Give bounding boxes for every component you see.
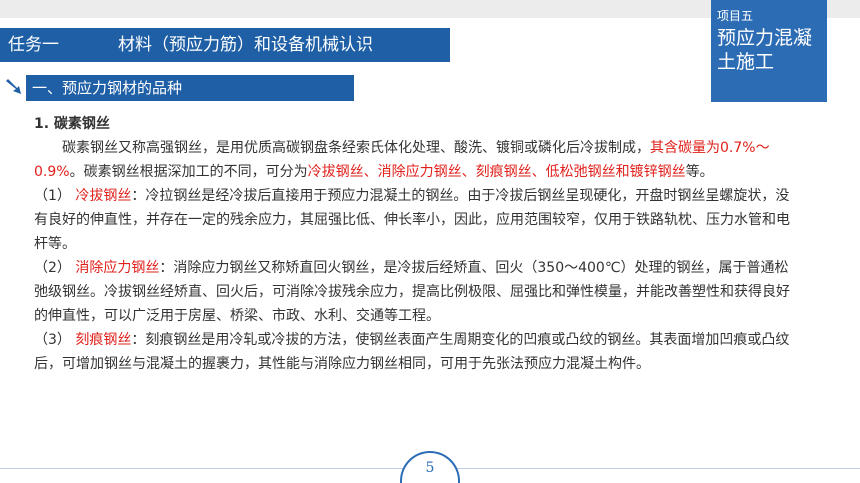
paragraph-4: （3） 刻痕钢丝：刻痕钢丝是用冷轧或冷拔的方法，使钢丝表面产生周期变化的凹痕或凸… xyxy=(34,328,794,376)
content-heading: 1. 碳素钢丝 xyxy=(34,116,110,132)
body-content: 1. 碳素钢丝 碳素钢丝又称高强钢丝，是用优质高碳钢盘条经索氏体化处理、酸洗、镀… xyxy=(34,112,794,376)
p2-text: ：冷拉钢丝是经冷拔后直接用于预应力混凝土的钢丝。由于冷拔后钢丝呈现硬化，开盘时钢… xyxy=(34,188,790,252)
paragraph-3: （2） 消除应力钢丝：消除应力钢丝又称矫直回火钢丝，是冷拔后经矫直、回火（350… xyxy=(34,256,794,328)
project-name: 预应力混凝土施工 xyxy=(717,27,813,73)
p2-number: （1） xyxy=(34,188,71,204)
arrow-down-right-icon xyxy=(6,79,21,94)
p4-text: ：刻痕钢丝是用冷轧或冷拔的方法，使钢丝表面产生周期变化的凹痕或凸纹的钢丝。其表面… xyxy=(34,332,790,372)
p1-text-a: 碳素钢丝又称高强钢丝，是用优质高碳钢盘条经索氏体化处理、酸洗、镀铜或磷化后冷拔制… xyxy=(62,140,650,156)
task-label: 任务一 xyxy=(8,35,59,55)
p3-number: （2） xyxy=(34,260,71,276)
task-title: 材料（预应力筋）和设备机械认识 xyxy=(118,35,373,55)
p1-text-b: 。碳素钢丝根据深加工的不同，可分为 xyxy=(69,164,308,180)
project-label: 项目五 xyxy=(717,9,754,23)
p4-number: （3） xyxy=(34,332,71,348)
section-title-bar: 一、预应力钢材的品种 xyxy=(26,75,354,101)
p4-term: 刻痕钢丝 xyxy=(75,332,132,348)
p1-highlight-2: 冷拔钢丝、消除应力钢丝、刻痕钢丝、低松弛钢丝和镀锌钢丝 xyxy=(307,164,686,180)
p2-term: 冷拔钢丝 xyxy=(75,188,132,204)
paragraph-2: （1） 冷拔钢丝：冷拉钢丝是经冷拔后直接用于预应力混凝土的钢丝。由于冷拔后钢丝呈… xyxy=(34,184,794,256)
p1-text-c: 等。 xyxy=(685,164,714,180)
task-title-bar: 任务一 材料（预应力筋）和设备机械认识 xyxy=(0,28,450,62)
paragraph-1: 碳素钢丝又称高强钢丝，是用优质高碳钢盘条经索氏体化处理、酸洗、镀铜或磷化后冷拔制… xyxy=(34,136,794,184)
p3-term: 消除应力钢丝 xyxy=(75,260,160,276)
page-number: 5 xyxy=(400,451,460,483)
section-title: 一、预应力钢材的品种 xyxy=(32,79,183,97)
project-badge: 项目五 预应力混凝土施工 xyxy=(711,0,827,102)
